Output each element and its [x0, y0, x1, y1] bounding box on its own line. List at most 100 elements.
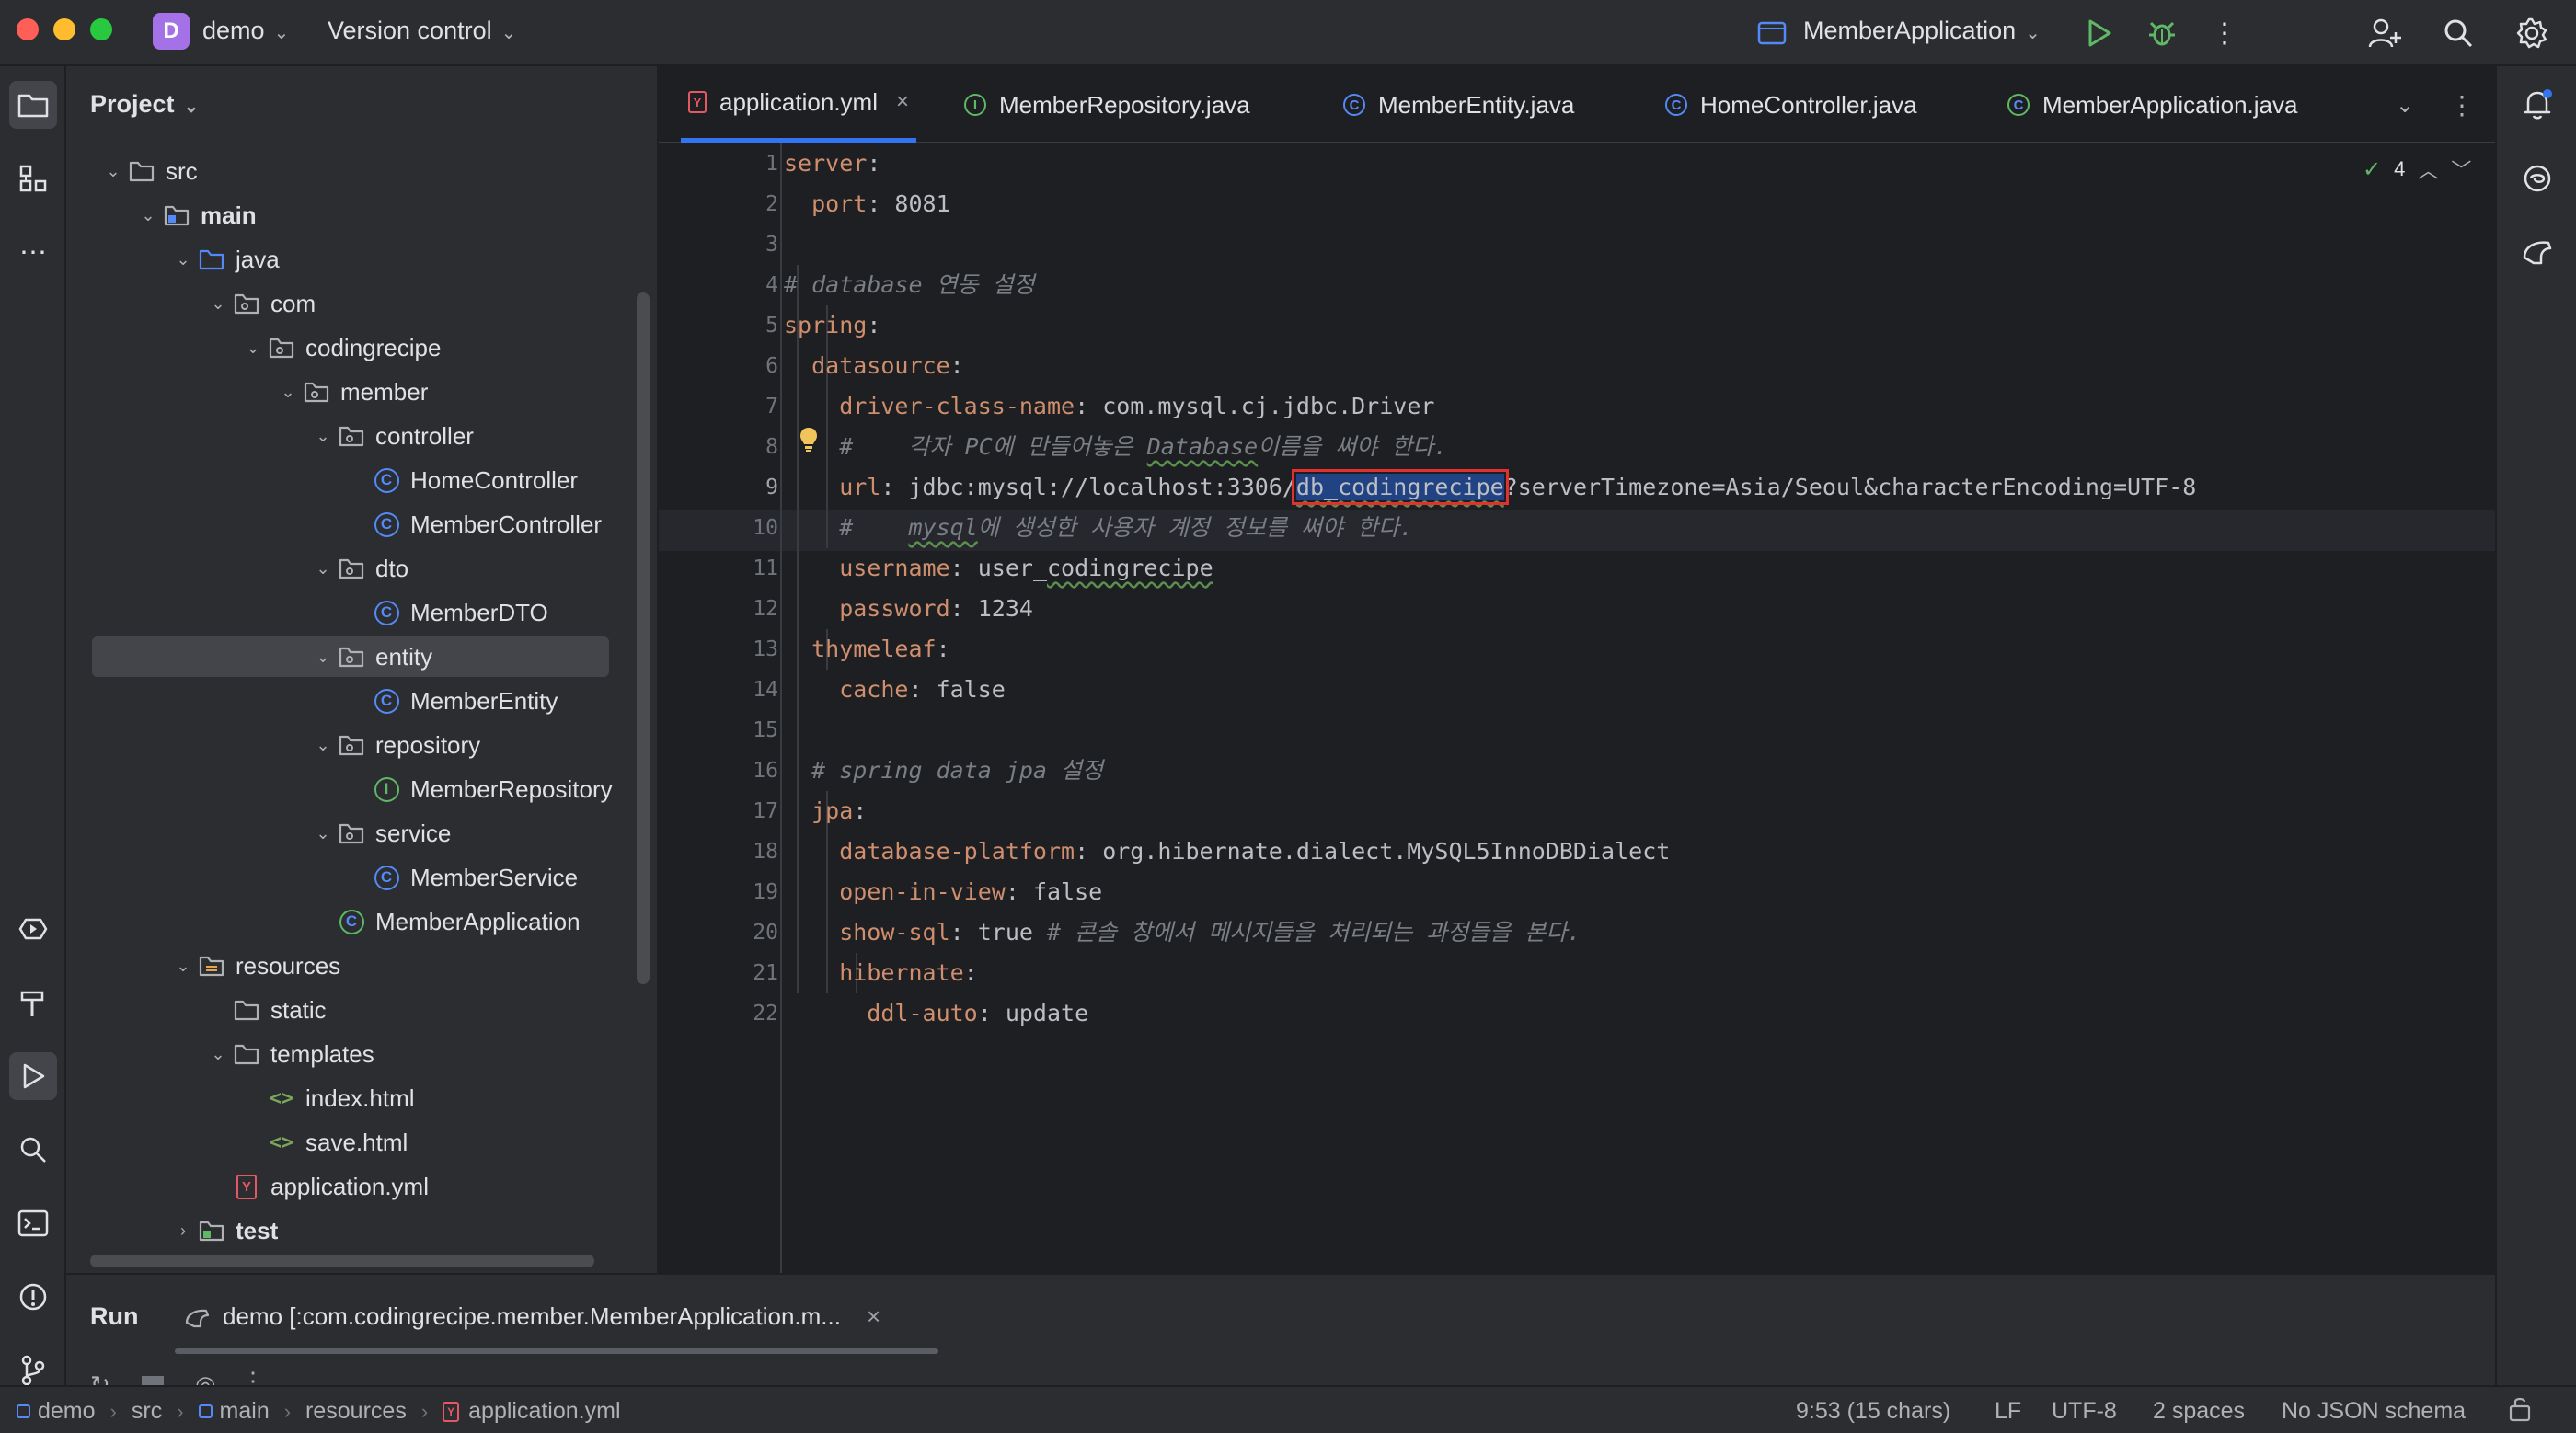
chevron-down-icon[interactable]: ⌄ [309, 559, 337, 579]
tree-item[interactable]: ⌄ src [92, 151, 635, 191]
tree-item[interactable]: <> index.html [92, 1078, 635, 1118]
project-folder-icon[interactable] [9, 81, 57, 129]
terminal-icon[interactable] [9, 1199, 57, 1247]
tab-list-dropdown-icon[interactable]: ⌄ [2396, 66, 2414, 143]
tree-item[interactable]: static [92, 990, 635, 1030]
breadcrumb-item[interactable]: demo [38, 1398, 96, 1425]
debug-icon[interactable] [2138, 9, 2186, 57]
tree-item[interactable]: Yapplication.yml [92, 1166, 635, 1207]
build-hammer-icon[interactable] [9, 979, 57, 1026]
services-icon[interactable] [9, 905, 57, 953]
tree-item[interactable]: ⌄ controller [92, 416, 635, 456]
tree-item[interactable]: C MemberService [92, 857, 635, 898]
tree-item[interactable]: ⌄ templates [92, 1034, 635, 1074]
project-vertical-scrollbar[interactable] [637, 292, 650, 984]
tab-member-repository[interactable]: I MemberRepository.java [964, 66, 1250, 143]
chevron-down-icon[interactable]: ⌄ [239, 338, 267, 358]
tree-item-selected[interactable]: ⌄ entity [92, 636, 609, 677]
vcs-selector[interactable]: Version control ⌄ [328, 17, 516, 45]
chevron-down-icon[interactable]: ⌄ [169, 957, 197, 976]
notifications-bell-icon[interactable] [2513, 81, 2561, 129]
chevron-down-icon[interactable]: ⌄ [309, 427, 337, 446]
tree-item[interactable]: C HomeController [92, 460, 635, 500]
breadcrumb-item[interactable]: src [132, 1398, 162, 1425]
find-icon[interactable] [9, 1126, 57, 1174]
tree-item[interactable]: ⌄ java [92, 239, 635, 280]
tree-item[interactable]: <> save.html [92, 1122, 635, 1163]
tree-item[interactable]: ⌄ com [92, 283, 635, 324]
tab-label: MemberApplication.java [2042, 90, 2298, 119]
settings-gear-icon[interactable] [2508, 9, 2556, 57]
tab-application-yml[interactable]: Yapplication.yml × [681, 66, 916, 143]
tree-item-label: entity [375, 642, 433, 671]
breadcrumb-item[interactable]: application.yml [468, 1398, 620, 1425]
run-icon[interactable] [2076, 9, 2123, 57]
close-tab-icon[interactable]: × [867, 1302, 880, 1331]
package-icon [337, 819, 366, 848]
tree-item-label: member [340, 377, 429, 406]
module-icon [198, 1404, 213, 1418]
tree-item[interactable]: I MemberRepository [92, 769, 635, 809]
problems-icon[interactable] [9, 1273, 57, 1321]
tree-item[interactable]: C MemberDTO [92, 592, 635, 633]
line-separator[interactable]: LF [1995, 1398, 2021, 1425]
tree-item[interactable]: ⌄ codingrecipe [92, 327, 635, 368]
chevron-right-icon[interactable]: › [169, 1221, 197, 1241]
indent-setting[interactable]: 2 spaces [2153, 1398, 2245, 1425]
close-tab-icon[interactable]: × [896, 89, 909, 115]
more-tools-icon[interactable]: ⋯ [9, 228, 57, 276]
tree-item[interactable]: ⌄ resources [92, 946, 635, 986]
structure-icon[interactable] [9, 155, 57, 202]
tab-home-controller[interactable]: C HomeController.java [1665, 66, 1917, 143]
database-tool-icon[interactable] [2513, 228, 2561, 276]
tree-item[interactable]: C MemberController [92, 504, 635, 545]
json-schema[interactable]: No JSON schema [2282, 1398, 2466, 1425]
project-selector[interactable]: demo ⌄ [202, 17, 289, 45]
tree-item[interactable]: ⌄ main [92, 195, 635, 235]
tab-member-application[interactable]: C MemberApplication.java [2007, 66, 2297, 143]
chevron-down-icon[interactable]: ⌄ [309, 824, 337, 843]
tree-item[interactable]: ⌄ repository [92, 725, 635, 765]
project-badge[interactable]: D [153, 13, 190, 50]
minimize-window-button[interactable] [53, 18, 75, 40]
project-panel-title[interactable]: Project ⌄ [90, 90, 199, 119]
lock-icon[interactable] [2508, 1394, 2532, 1428]
caret-position[interactable]: 9:53 (15 chars) [1796, 1398, 1950, 1425]
ai-assistant-icon[interactable] [2513, 155, 2561, 202]
run-config-selector[interactable]: MemberApplication ⌄ [1803, 17, 2041, 45]
tab-more-icon[interactable]: ⋮ [2449, 66, 2475, 143]
line-number: 8 [765, 435, 778, 459]
more-icon[interactable]: ⋮ [241, 1367, 259, 1387]
class-icon: C [1343, 94, 1365, 116]
chevron-down-icon[interactable]: ⌄ [99, 162, 127, 181]
chevron-down-icon[interactable]: ⌄ [169, 250, 197, 269]
tree-item[interactable]: C MemberApplication [92, 901, 635, 942]
breadcrumb-item[interactable]: main [220, 1398, 270, 1425]
tab-member-entity[interactable]: C MemberEntity.java [1343, 66, 1574, 143]
run-tool-icon[interactable] [9, 1052, 57, 1100]
tree-item[interactable]: C MemberEntity [92, 681, 635, 721]
tree-item[interactable]: ⌄ service [92, 813, 635, 854]
file-encoding[interactable]: UTF-8 [2052, 1398, 2117, 1425]
chevron-down-icon[interactable]: ⌄ [274, 383, 302, 402]
tree-item[interactable]: ⌄ dto [92, 548, 635, 589]
chevron-down-icon[interactable]: ⌄ [309, 648, 337, 667]
folder-icon [232, 1039, 261, 1069]
tree-item[interactable]: › test [92, 1210, 635, 1251]
add-user-icon[interactable] [2361, 9, 2409, 57]
chevron-down-icon[interactable]: ⌄ [309, 736, 337, 755]
close-window-button[interactable] [17, 18, 39, 40]
project-name: demo [202, 17, 265, 44]
tree-item[interactable]: ⌄ member [92, 372, 635, 412]
project-horizontal-scrollbar[interactable] [90, 1255, 594, 1267]
chevron-down-icon[interactable]: ⌄ [204, 1045, 232, 1064]
search-icon[interactable] [2434, 9, 2482, 57]
chevron-down-icon[interactable]: ⌄ [134, 206, 162, 225]
chevron-down-icon[interactable]: ⌄ [204, 294, 232, 314]
zoom-window-button[interactable] [90, 18, 112, 40]
code-line: ddl-auto: update [784, 1000, 1089, 1026]
run-config-tab[interactable]: demo [:com.codingrecipe.member.MemberApp… [184, 1302, 880, 1331]
code-area[interactable]: server: port: 8081 # database 연동 설정 spri… [784, 143, 2495, 1273]
more-actions-icon[interactable]: ⋮ [2201, 9, 2248, 57]
breadcrumb-item[interactable]: resources [305, 1398, 407, 1425]
